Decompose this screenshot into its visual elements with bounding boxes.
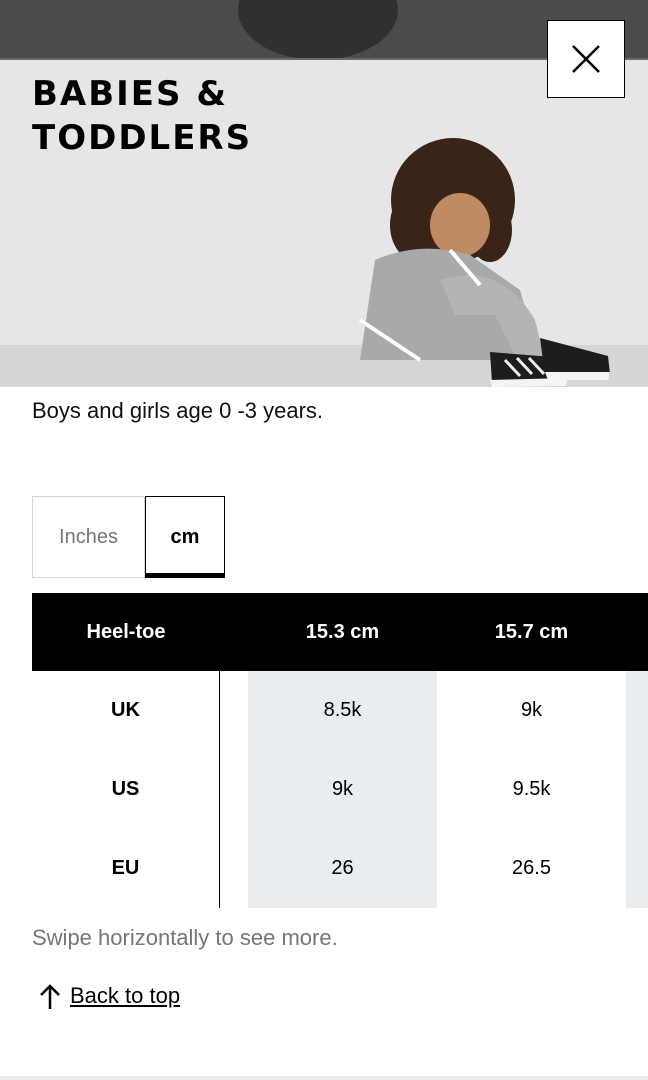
close-button[interactable] (547, 20, 625, 98)
back-to-top-label: Back to top (70, 983, 181, 1008)
size-table[interactable]: Heel-toe 15.3 cm 15.7 cm UK US EU 8.5k 9… (32, 593, 648, 908)
swipe-hint: Swipe horizontally to see more. (32, 925, 338, 950)
page-title: BABIES & TODDLERS (32, 74, 253, 158)
row-labels: UK US EU (32, 671, 220, 908)
row-label-eu: EU (111, 857, 140, 879)
table-cell: 9k (520, 699, 543, 721)
back-to-top-link[interactable]: Back to top (38, 982, 180, 1010)
table-cell: 26.5 (512, 857, 551, 879)
row-label-uk: UK (111, 699, 140, 721)
shoe-image (238, 0, 398, 58)
close-icon (572, 45, 600, 73)
table-cell: 9.5k (512, 778, 551, 800)
age-description: Boys and girls age 0 -3 years. (32, 398, 324, 423)
header-cell: 15.3 cm (305, 620, 380, 643)
unit-toggle: Inches cm (32, 496, 225, 578)
size-column: 9k 9.5k 26.5 (437, 671, 626, 908)
row-label-us: US (111, 778, 140, 800)
header-cell: Heel-toe (86, 620, 166, 643)
table-header: Heel-toe 15.3 cm 15.7 cm (32, 593, 648, 671)
table-cell: 9k (331, 778, 354, 800)
unit-cm-button[interactable]: cm (145, 496, 225, 578)
arrow-up-icon (40, 984, 60, 1009)
unit-inches-button[interactable]: Inches (32, 496, 145, 578)
header-cell: 15.7 cm (494, 620, 569, 643)
size-column: 8.5k 9k 26 (248, 671, 437, 908)
size-column-peek (626, 671, 648, 908)
divider (0, 1076, 648, 1080)
table-body: UK US EU 8.5k 9k 26 9k 9.5k 26.5 (32, 671, 648, 908)
table-cell: 8.5k (323, 699, 362, 721)
table-cell: 26 (331, 857, 354, 879)
